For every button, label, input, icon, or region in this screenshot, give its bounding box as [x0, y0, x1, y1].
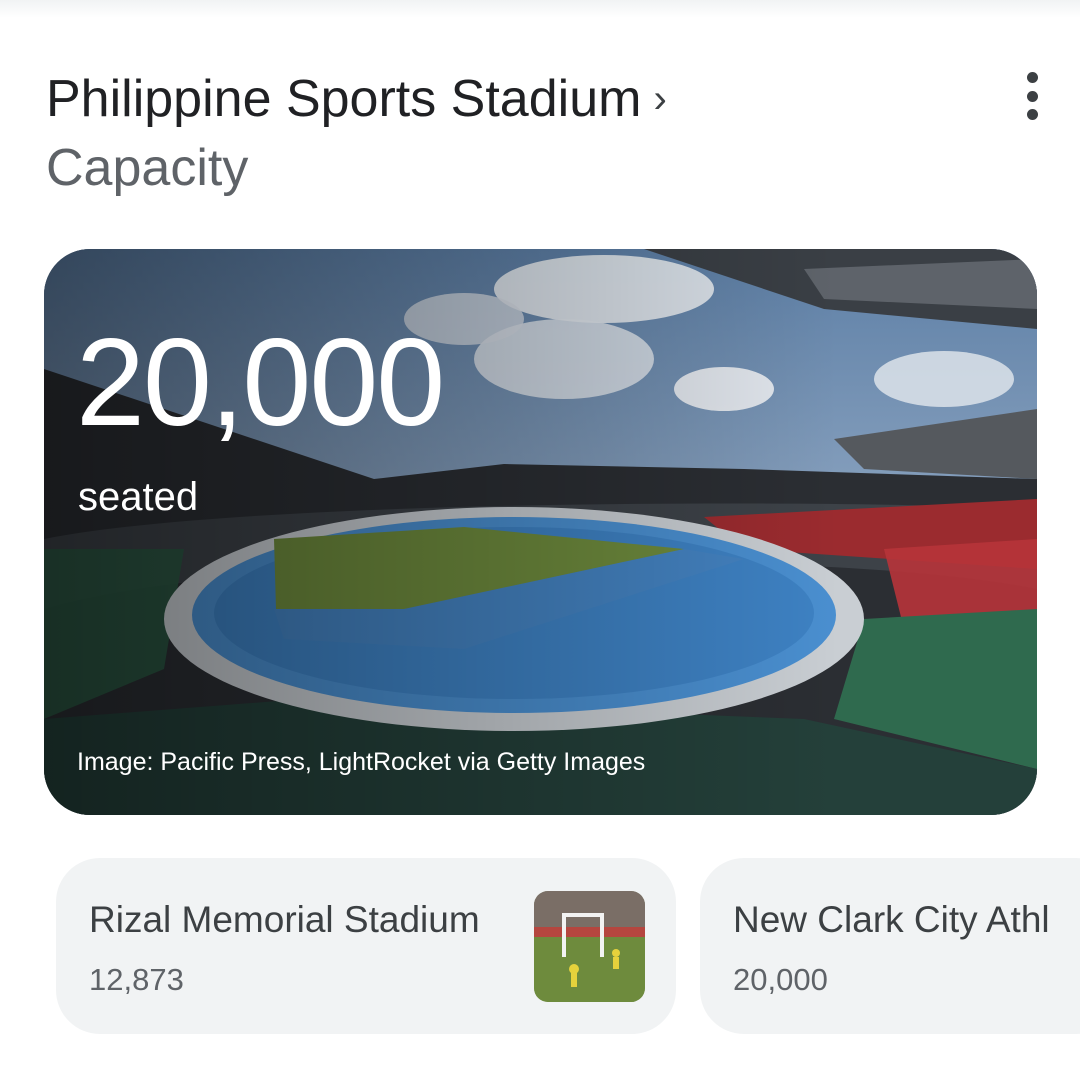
capacity-unit: seated [78, 475, 199, 519]
more-dot [1026, 90, 1038, 102]
more-vertical-icon[interactable] [1012, 70, 1052, 122]
top-divider [0, 0, 1080, 18]
related-chip[interactable]: New Clark City Athl 20,000 [700, 858, 1080, 1034]
more-dot [1026, 72, 1038, 83]
related-name: Rizal Memorial Stadium [89, 899, 480, 940]
related-capacity: 12,873 [89, 962, 184, 997]
answer-header: Philippine Sports Stadium › Capacity [46, 68, 1006, 202]
capacity-value: 20,000 [76, 314, 445, 452]
related-chip[interactable]: Rizal Memorial Stadium 12,873 [56, 858, 676, 1034]
entity-title[interactable]: Philippine Sports Stadium [46, 68, 641, 130]
related-capacity: 20,000 [733, 962, 828, 997]
capacity-hero-card[interactable]: 20,000 seated Image: Pacific Press, Ligh… [44, 249, 1037, 815]
chevron-right-icon: › [653, 77, 667, 121]
related-name: New Clark City Athl [733, 899, 1050, 940]
image-credit[interactable]: Image: Pacific Press, LightRocket via Ge… [77, 745, 645, 779]
breadcrumb[interactable]: Philippine Sports Stadium › [46, 68, 1006, 130]
related-thumbnail [534, 891, 645, 1002]
attribute-title: Capacity [46, 139, 249, 197]
more-dot [1026, 109, 1038, 120]
